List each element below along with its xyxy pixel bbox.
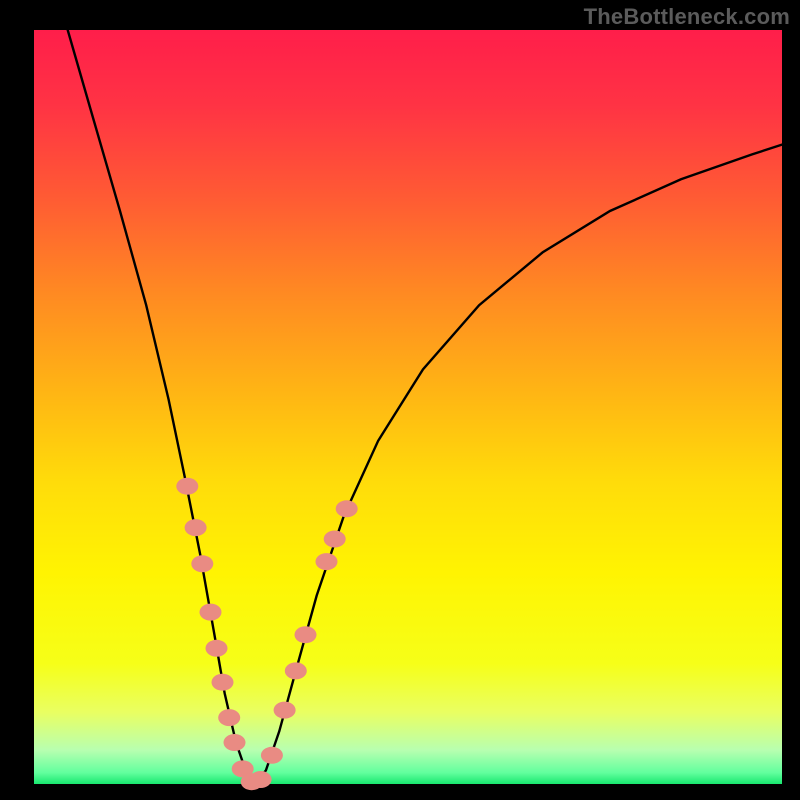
data-marker bbox=[185, 519, 207, 536]
data-marker bbox=[336, 500, 358, 517]
data-marker bbox=[295, 626, 317, 643]
chart-canvas bbox=[0, 0, 800, 800]
data-marker bbox=[285, 662, 307, 679]
data-marker bbox=[324, 531, 346, 548]
data-marker bbox=[316, 553, 338, 570]
data-marker bbox=[218, 709, 240, 726]
watermark-text: TheBottleneck.com bbox=[584, 4, 790, 30]
data-marker bbox=[191, 555, 213, 572]
plot-background bbox=[34, 30, 782, 784]
chart-frame: TheBottleneck.com bbox=[0, 0, 800, 800]
data-marker bbox=[200, 604, 222, 621]
data-marker bbox=[250, 771, 272, 788]
data-marker bbox=[206, 640, 228, 657]
data-marker bbox=[274, 702, 296, 719]
data-marker bbox=[176, 478, 198, 495]
data-marker bbox=[212, 674, 234, 691]
data-marker bbox=[224, 734, 246, 751]
data-marker bbox=[261, 747, 283, 764]
